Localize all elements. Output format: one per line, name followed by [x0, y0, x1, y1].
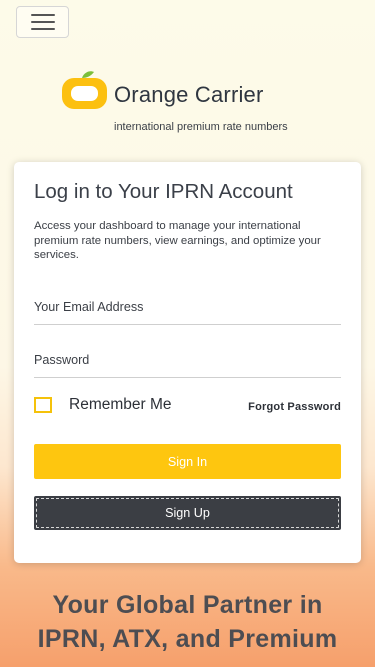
login-card: Log in to Your IPRN Account Access your … [14, 162, 361, 563]
brand-tagline: international premium rate numbers [114, 121, 288, 133]
password-placeholder: Password [34, 353, 90, 367]
menu-toggle-button[interactable] [16, 6, 69, 38]
hamburger-line [30, 28, 55, 30]
orange-logo-icon [62, 71, 107, 109]
hero-line-2: IPRN, ATX, and Premium [37, 625, 338, 653]
remember-me-option[interactable]: Remember Me [34, 396, 172, 414]
hero-line-1: Your Global Partner in [52, 591, 323, 619]
sign-up-button[interactable]: Sign Up [34, 496, 341, 530]
forgot-password-link[interactable]: Forgot Password [248, 401, 341, 413]
login-description: Access your dashboard to manage your int… [34, 220, 321, 261]
brand-name: Orange Carrier [114, 82, 264, 107]
remember-me-label: Remember Me [69, 396, 172, 413]
email-field[interactable]: Your Email Address [34, 297, 341, 325]
email-placeholder: Your Email Address [34, 300, 144, 314]
password-field[interactable]: Password [34, 350, 341, 378]
sign-up-label: Sign Up [36, 498, 339, 528]
brand-logo[interactable]: Orange Carrier international premium rat… [60, 70, 360, 140]
hero-heading: Your Global Partner in IPRN, ATX, and Pr… [0, 588, 375, 656]
login-title: Log in to Your IPRN Account [34, 180, 293, 203]
hamburger-line [30, 14, 55, 16]
hamburger-line [30, 21, 55, 23]
remember-me-checkbox[interactable] [34, 397, 52, 413]
sign-in-button[interactable]: Sign In [34, 444, 341, 479]
